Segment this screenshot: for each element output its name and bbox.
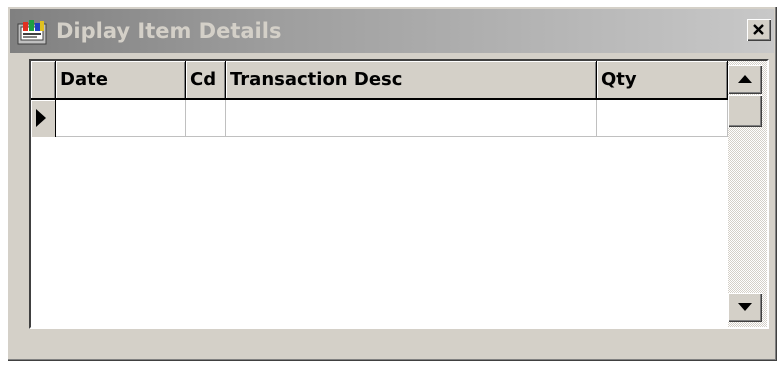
item-details-grid[interactable]: Date Cd Transaction Desc Qty: [29, 59, 769, 329]
row-indicator[interactable]: [31, 100, 56, 137]
table-row[interactable]: [31, 100, 728, 137]
column-header-date[interactable]: Date: [56, 61, 186, 98]
item-details-window: Diplay Item Details Date Cd Transaction …: [7, 6, 777, 361]
app-icon: [16, 18, 50, 48]
column-header-transaction-desc[interactable]: Transaction Desc: [226, 61, 597, 98]
cell-transaction-desc[interactable]: [226, 100, 597, 137]
close-icon: [753, 24, 764, 35]
cell-date[interactable]: [56, 100, 186, 137]
cell-qty[interactable]: [597, 100, 728, 137]
column-header-qty[interactable]: Qty: [597, 61, 728, 98]
vertical-scrollbar[interactable]: [728, 61, 767, 327]
grid-header-row: Date Cd Transaction Desc Qty: [31, 61, 728, 100]
row-selector-header[interactable]: [31, 61, 56, 98]
arrow-up-icon: [738, 75, 752, 83]
cell-cd[interactable]: [186, 100, 226, 137]
arrow-down-icon: [738, 303, 752, 311]
triangle-right-icon: [36, 109, 46, 127]
column-header-cd[interactable]: Cd: [186, 61, 226, 98]
scroll-up-button[interactable]: [728, 65, 762, 94]
close-button[interactable]: [747, 19, 771, 41]
title-bar[interactable]: Diplay Item Details: [10, 9, 774, 53]
scroll-down-button[interactable]: [728, 293, 762, 322]
window-title: Diplay Item Details: [56, 19, 282, 43]
scroll-thumb[interactable]: [728, 95, 762, 127]
